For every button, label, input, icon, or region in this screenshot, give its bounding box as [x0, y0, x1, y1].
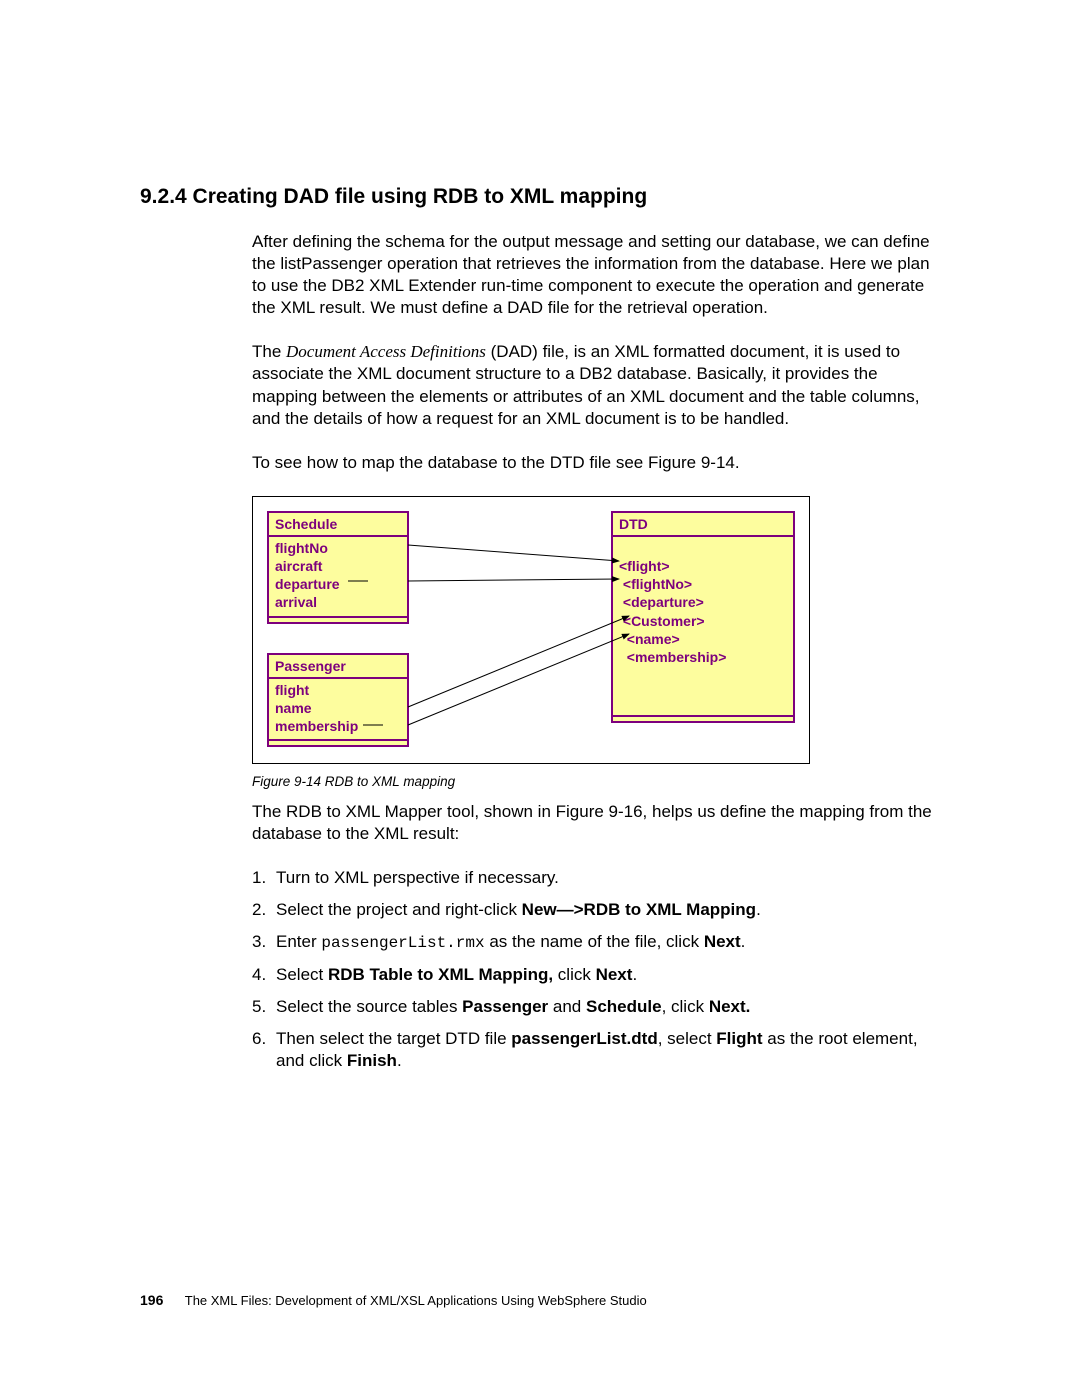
list-item: Select RDB Table to XML Mapping, click N… [252, 964, 940, 986]
schedule-title: Schedule [269, 513, 407, 537]
list-item: Select the source tables Passenger and S… [252, 996, 940, 1018]
page-number: 196 [140, 1292, 163, 1308]
step-text: as the name of the file, click [485, 932, 704, 951]
step-text: Select the source tables [276, 997, 462, 1016]
dtd-row: <departure> [619, 593, 787, 611]
step-bold: Next. [709, 997, 751, 1016]
figure-caption: Figure 9-14 RDB to XML mapping [252, 774, 940, 789]
step-text: . [397, 1051, 402, 1070]
steps-list: Turn to XML perspective if necessary. Se… [252, 867, 940, 1072]
schedule-row: aircraft [275, 557, 401, 575]
dtd-row: <name> [619, 630, 787, 648]
passenger-row: name [275, 699, 401, 717]
step-bold: passengerList.dtd [511, 1029, 657, 1048]
passenger-table-box: Passenger flight name membership [267, 653, 409, 748]
step-text: and [548, 997, 586, 1016]
para2-pre: The [252, 342, 286, 361]
list-item: Enter passengerList.rmx as the name of t… [252, 931, 940, 954]
para2-italic: Document Access Definitions [286, 342, 486, 361]
paragraph-3: To see how to map the database to the DT… [252, 452, 940, 474]
schedule-row: arrival [275, 593, 401, 611]
paragraph-2: The Document Access Definitions (DAD) fi… [252, 341, 940, 429]
step-text: . [756, 900, 761, 919]
schedule-row: departure [275, 575, 401, 593]
figure-9-14: Schedule flightNo aircraft departure arr… [252, 496, 940, 789]
step-text: . [741, 932, 746, 951]
section-heading: 9.2.4 Creating DAD file using RDB to XML… [140, 185, 940, 209]
step-bold: Schedule [586, 997, 662, 1016]
step-bold: RDB Table to XML Mapping, [328, 965, 558, 984]
step-text: , click [662, 997, 709, 1016]
page-footer: 196 The XML Files: Development of XML/XS… [140, 1292, 647, 1308]
step-text: Select [276, 965, 328, 984]
passenger-title: Passenger [269, 655, 407, 679]
list-item: Turn to XML perspective if necessary. [252, 867, 940, 889]
step-bold: Flight [716, 1029, 762, 1048]
paragraph-1: After defining the schema for the output… [252, 231, 940, 319]
step-bold: Next [704, 932, 741, 951]
dtd-row: <membership> [619, 648, 787, 666]
step-text: , select [658, 1029, 717, 1048]
list-item: Then select the target DTD file passenge… [252, 1028, 940, 1072]
paragraph-4: The RDB to XML Mapper tool, shown in Fig… [252, 801, 940, 845]
step-text: . [632, 965, 637, 984]
step-bold: Next [596, 965, 633, 984]
schedule-row: flightNo [275, 539, 401, 557]
step-text: Enter [276, 932, 321, 951]
step-bold: Finish [347, 1051, 397, 1070]
dtd-box: DTD <flight> <flightNo> <departure> <Cus… [611, 511, 795, 723]
list-item: Select the project and right-click New—>… [252, 899, 940, 921]
dtd-row: <flightNo> [619, 575, 787, 593]
dtd-row: <flight> [619, 557, 787, 575]
step-text: Select the project and right-click [276, 900, 522, 919]
book-title: The XML Files: Development of XML/XSL Ap… [185, 1293, 647, 1308]
step-bold: Passenger [462, 997, 548, 1016]
step-text: Turn to XML perspective if necessary. [276, 868, 559, 887]
passenger-row: membership [275, 717, 401, 735]
schedule-table-box: Schedule flightNo aircraft departure arr… [267, 511, 409, 624]
step-mono: passengerList.rmx [321, 934, 484, 952]
step-text: Then select the target DTD file [276, 1029, 511, 1048]
passenger-row: flight [275, 681, 401, 699]
step-text: click [558, 965, 596, 984]
dtd-title: DTD [613, 513, 793, 537]
dtd-row: <Customer> [619, 612, 787, 630]
step-bold: New—>RDB to XML Mapping [522, 900, 756, 919]
